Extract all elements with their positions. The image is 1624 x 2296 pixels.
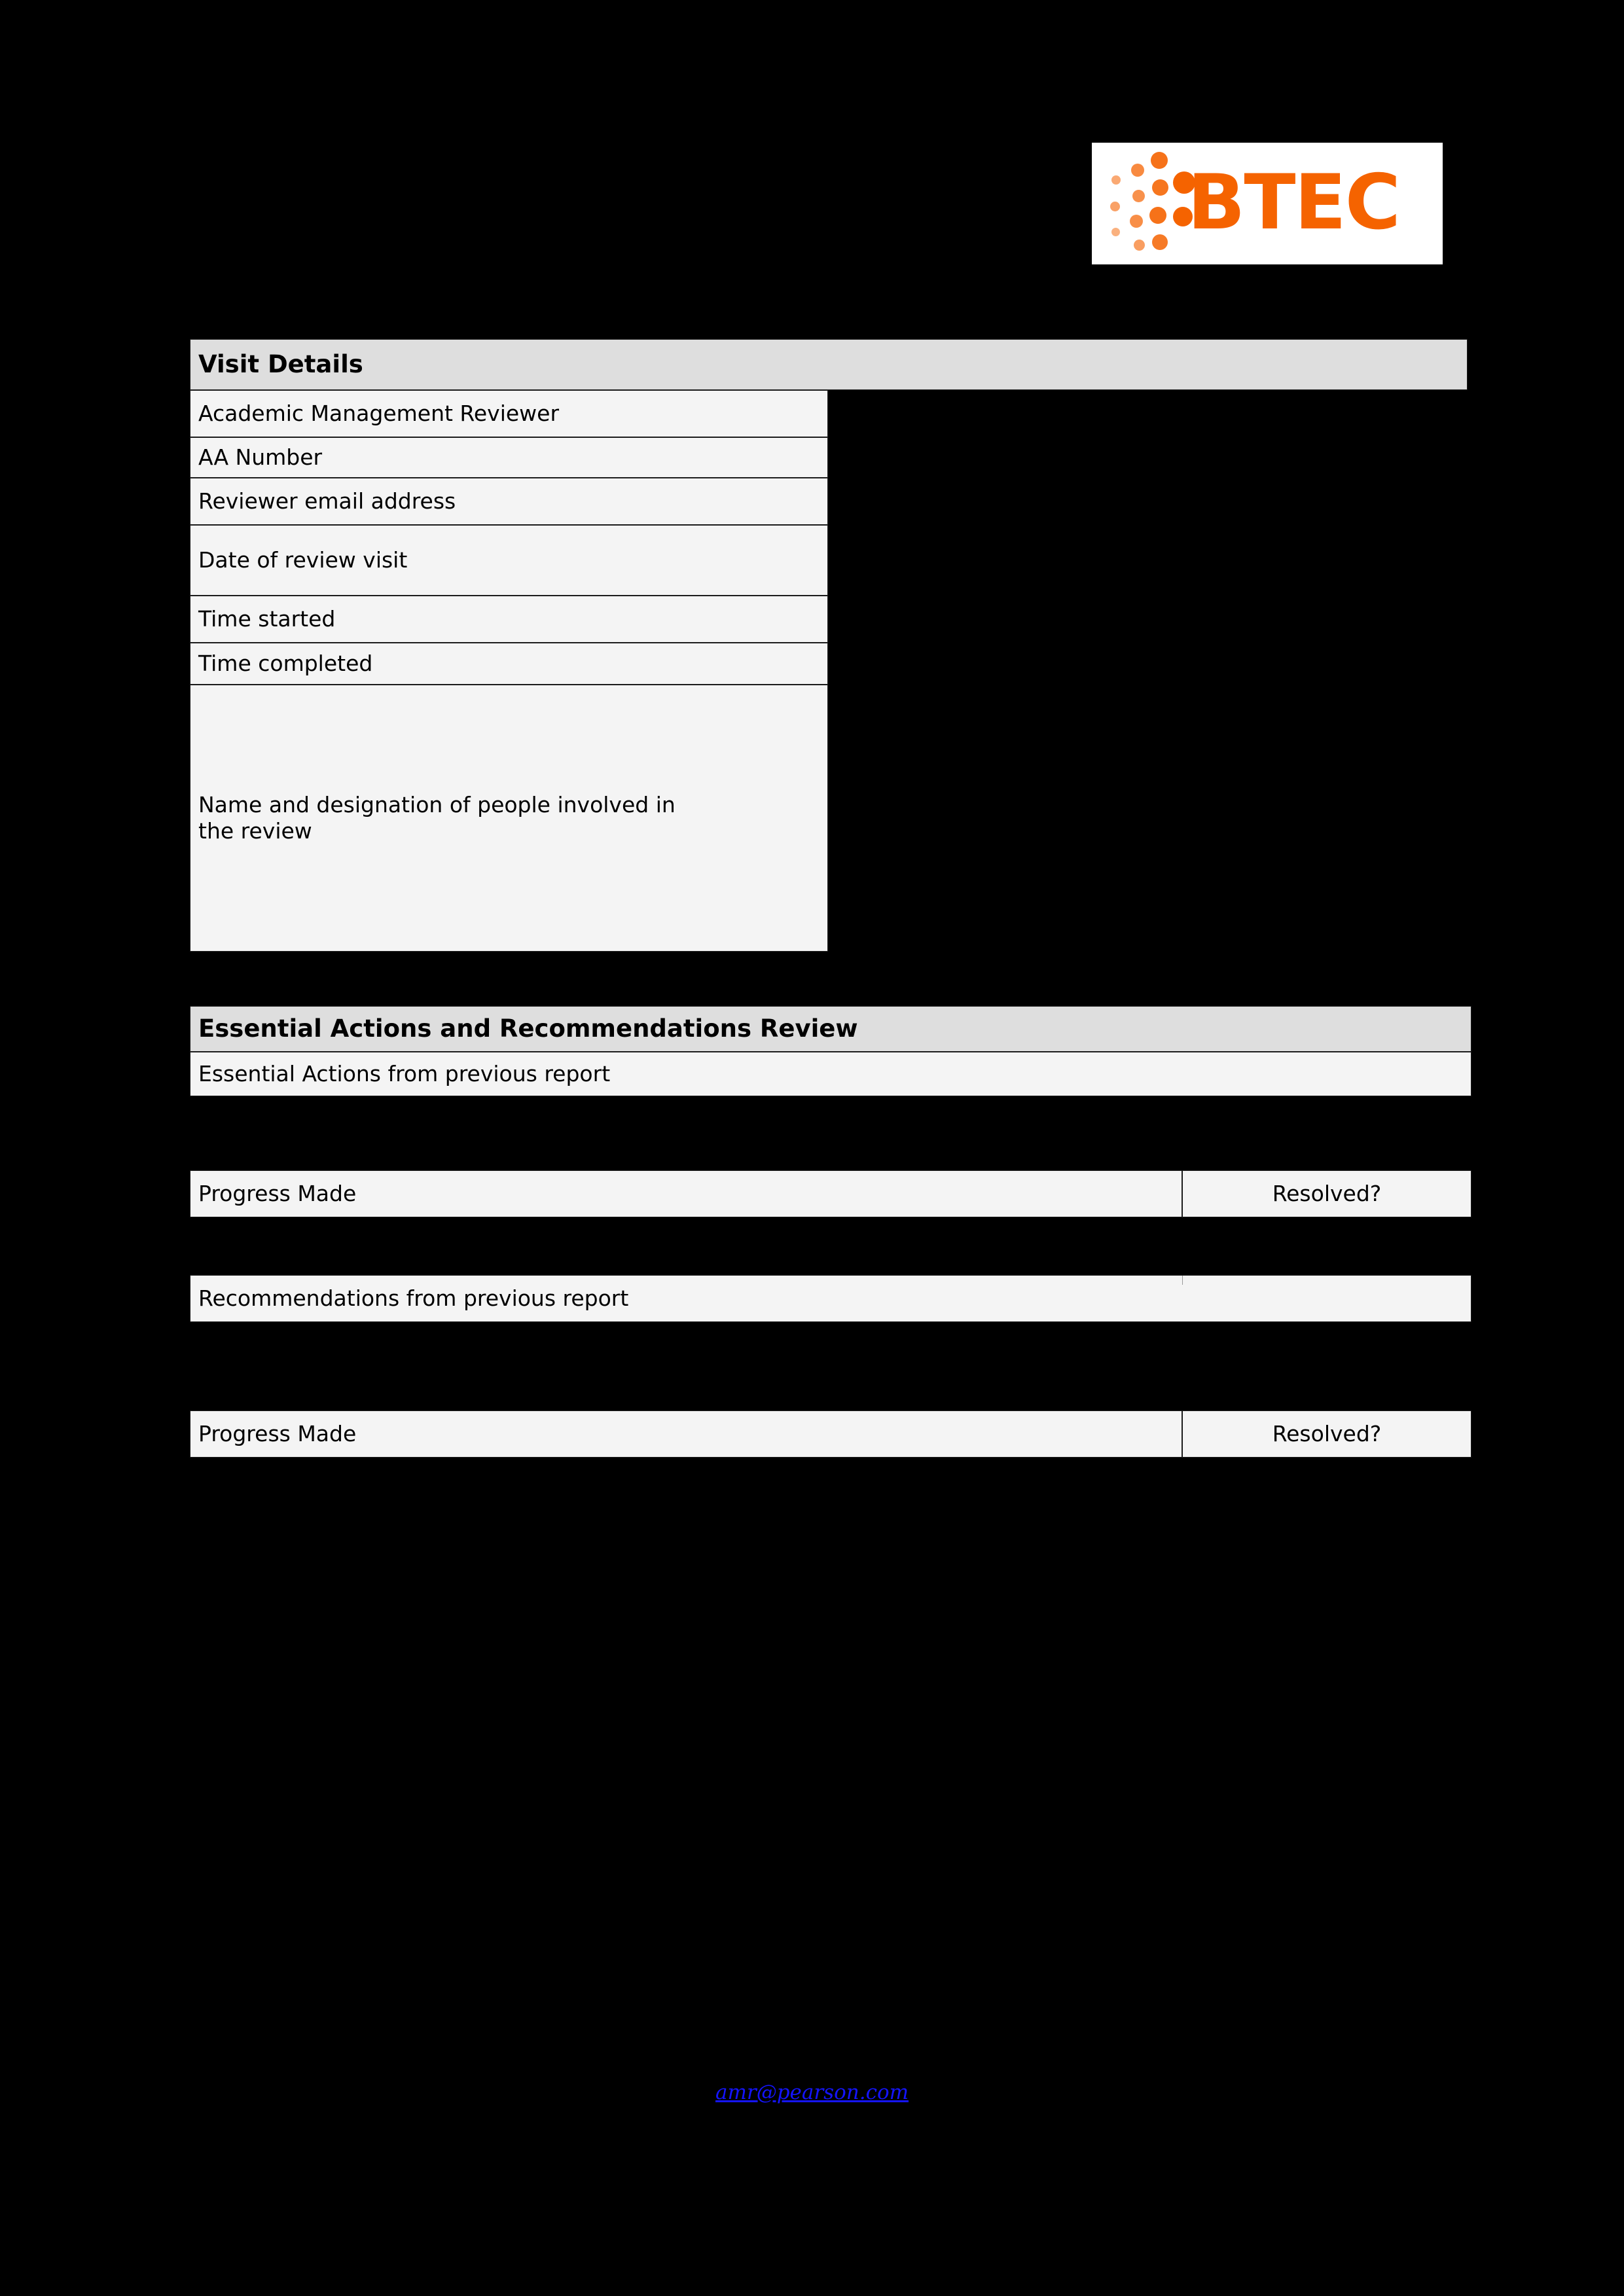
visit-details-row-name-and-designation: Name and designation of people involved … [190,685,828,952]
document-page: BTEC Visit Details Academic Management R… [0,0,1624,2296]
footer-email-link[interactable]: amr@pearson.com [0,2080,1624,2105]
visit-details-row-academic-management-reviewer: Academic Management Reviewer [190,390,828,437]
visit-details-row-date-of-review-visit: Date of review visit [190,525,828,596]
progress-made-row-1: Progress Made [190,1170,1182,1217]
visit-details-row-time-started: Time started [190,596,828,643]
visit-details-row-time-completed: Time completed [190,643,828,685]
visit-details-row-reviewer-email-address: Reviewer email address [190,478,828,525]
btec-wordmark: BTEC [1187,158,1401,247]
btec-logo-inner: BTEC [1110,152,1431,257]
btec-logo: BTEC [1092,143,1443,264]
visit-details-header: Visit Details [190,339,1468,390]
resolved-cell-1: Resolved? [1182,1170,1471,1217]
essential-actions-row-previous-report: Essential Actions from previous report [190,1052,1471,1096]
recommendations-row-previous-report: Recommendations from previous report [190,1275,1471,1322]
visit-details-row-aa-number: AA Number [190,437,828,478]
resolved-cell-2: Resolved? [1182,1410,1471,1458]
progress-made-row-2: Progress Made [190,1410,1182,1458]
recommendations-row-column-tick [1182,1276,1183,1285]
essential-actions-header: Essential Actions and Recommendations Re… [190,1006,1471,1052]
